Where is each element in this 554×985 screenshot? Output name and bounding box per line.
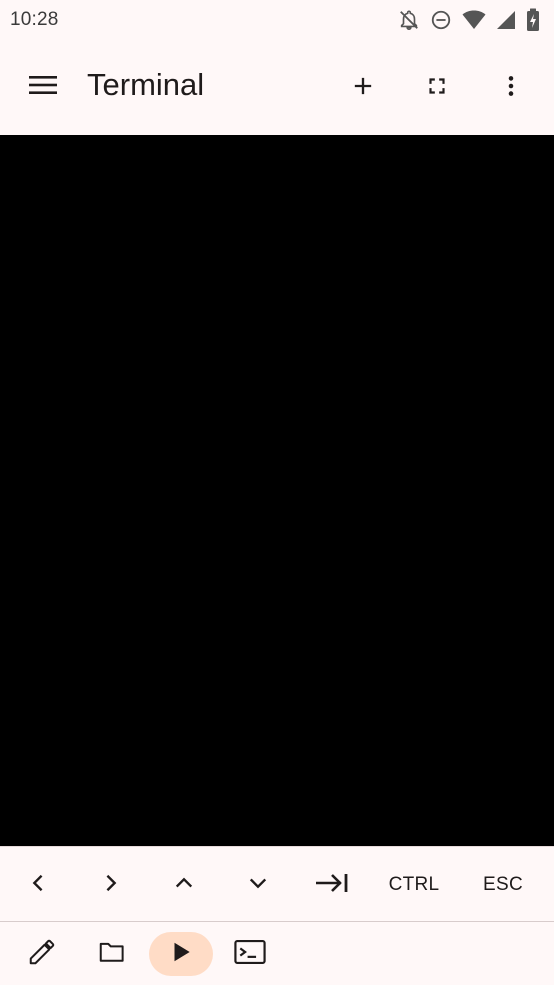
chevron-right-icon	[100, 872, 122, 899]
esc-key-label: ESC	[483, 874, 523, 895]
hamburger-menu-icon	[27, 73, 59, 102]
battery-charging-icon	[526, 8, 540, 32]
more-vert-icon	[498, 72, 524, 105]
menu-button[interactable]	[24, 70, 62, 104]
terminal-icon	[233, 937, 267, 972]
bottom-toolbar	[0, 922, 554, 985]
run-play-icon	[168, 939, 194, 970]
down-arrow-key[interactable]	[238, 865, 278, 905]
edit-pencil-icon	[27, 937, 57, 972]
chevron-down-icon	[247, 872, 269, 899]
app-bar: Terminal	[0, 40, 554, 135]
left-arrow-key[interactable]	[18, 865, 58, 905]
new-session-button[interactable]	[343, 68, 383, 108]
extra-keys-row: CTRL ESC	[0, 846, 554, 922]
more-options-button[interactable]	[491, 68, 531, 108]
ctrl-key[interactable]: CTRL	[380, 865, 448, 905]
tab-key[interactable]	[310, 865, 354, 905]
edit-button[interactable]	[20, 932, 64, 976]
status-icons	[398, 8, 540, 32]
tab-arrow-icon	[314, 871, 350, 900]
esc-key[interactable]: ESC	[474, 865, 532, 905]
chevron-left-icon	[27, 872, 49, 899]
page-title: Terminal	[87, 67, 205, 102]
fullscreen-button[interactable]	[417, 68, 457, 108]
cellular-signal-icon	[496, 9, 516, 31]
files-button[interactable]	[90, 932, 134, 976]
add-icon	[349, 72, 377, 105]
chevron-up-icon	[173, 872, 195, 899]
folder-icon	[95, 937, 129, 972]
up-arrow-key[interactable]	[164, 865, 204, 905]
status-bar: 10:28	[0, 0, 554, 40]
terminal-view[interactable]	[0, 135, 554, 846]
wifi-icon	[462, 9, 486, 31]
run-button[interactable]	[149, 932, 213, 976]
ctrl-key-label: CTRL	[388, 874, 440, 895]
right-arrow-key[interactable]	[91, 865, 131, 905]
notifications-off-icon	[398, 9, 420, 31]
status-time: 10:28	[10, 9, 59, 30]
do-not-disturb-icon	[430, 9, 452, 31]
fullscreen-icon	[424, 73, 450, 104]
terminal-button[interactable]	[228, 932, 272, 976]
